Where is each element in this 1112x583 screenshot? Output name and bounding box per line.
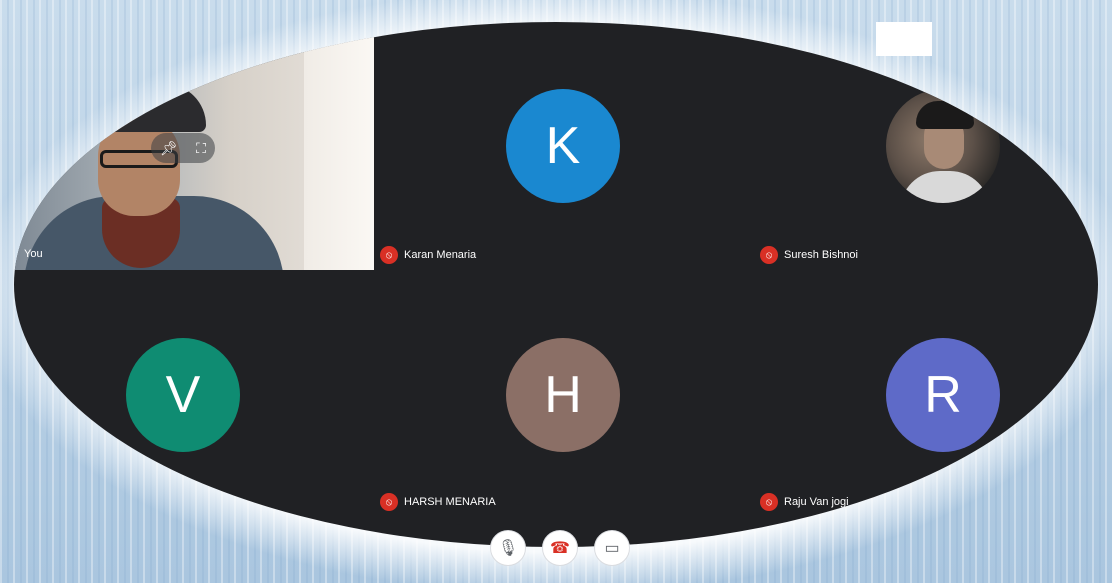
- mic-icon: 🎙︎: [497, 540, 519, 557]
- participant-avatar: H: [506, 338, 620, 452]
- mic-off-icon: ⦸: [380, 493, 398, 511]
- participant-name: HARSH MENARIA: [404, 496, 496, 508]
- end-call-button[interactable]: ☎︎: [542, 530, 578, 566]
- meeting-grid: 📌︎ ⛶ You K ⦸ Karan Menaria ⦸ Suresh Bish…: [14, 22, 1098, 547]
- mic-off-icon: ⦸: [760, 246, 778, 264]
- participant-avatar: V: [126, 338, 240, 452]
- participant-tile-harsh[interactable]: H ⦸ HARSH MENARIA: [374, 284, 736, 532]
- mic-off-icon: ⦸: [380, 246, 398, 264]
- participant-label: ⦸ Suresh Bishnoi: [760, 246, 858, 264]
- mic-button[interactable]: 🎙︎: [490, 530, 526, 566]
- participant-label: ⦸ Karan Menaria: [380, 246, 476, 264]
- call-controls: 🎙︎ ☎︎ ▭: [490, 530, 630, 566]
- mic-off-icon: ⦸: [760, 493, 778, 511]
- end-call-icon: ☎︎: [550, 540, 570, 557]
- participant-tile-v[interactable]: V: [14, 284, 374, 532]
- self-video-tile[interactable]: 📌︎ ⛶ You: [14, 22, 374, 270]
- participant-name: You: [24, 248, 43, 260]
- participant-tile-karan[interactable]: K ⦸ Karan Menaria: [374, 22, 736, 270]
- self-tile-controls: 📌︎ ⛶: [151, 133, 215, 163]
- avatar-hair: [916, 101, 974, 129]
- participant-tile-suresh[interactable]: ⦸ Suresh Bishnoi: [754, 22, 1098, 270]
- camera-button[interactable]: ▭: [594, 530, 630, 566]
- pin-icon[interactable]: 📌︎: [160, 140, 178, 157]
- participant-name: Raju Van jogi: [784, 496, 849, 508]
- participant-avatar: K: [506, 89, 620, 203]
- fullscreen-icon[interactable]: ⛶: [196, 140, 206, 157]
- person-hat: [86, 84, 206, 132]
- participant-label: ⦸ HARSH MENARIA: [380, 493, 496, 511]
- wall-background: [304, 22, 374, 270]
- self-tile-name: You: [24, 248, 43, 260]
- participant-tile-raju[interactable]: R ⦸ Raju Van jogi: [754, 284, 1098, 532]
- participant-label: ⦸ Raju Van jogi: [760, 493, 849, 511]
- participant-photo-avatar: [886, 89, 1000, 203]
- participant-avatar: R: [886, 338, 1000, 452]
- participant-name: Suresh Bishnoi: [784, 249, 858, 261]
- avatar-shirt: [900, 171, 990, 203]
- camera-icon: ▭: [604, 540, 620, 557]
- participant-name: Karan Menaria: [404, 249, 477, 261]
